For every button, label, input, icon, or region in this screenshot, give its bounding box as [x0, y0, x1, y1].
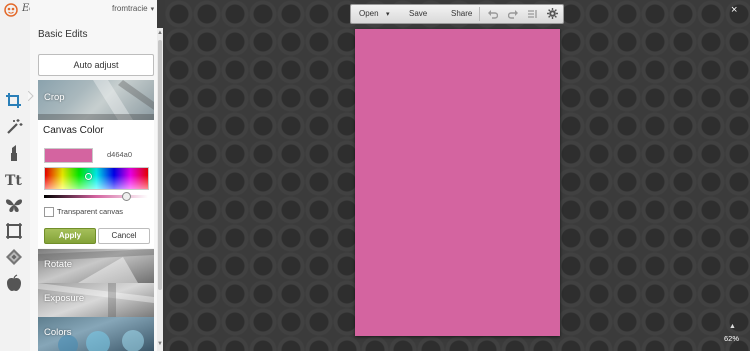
scrollbar-thumb[interactable] [158, 40, 162, 290]
open-button[interactable]: Open [359, 9, 379, 18]
color-gradient-picker[interactable] [44, 167, 149, 190]
history-icon[interactable] [527, 8, 538, 19]
zoom-level[interactable]: 62% [724, 334, 739, 343]
top-toolbar: Open ▾ Save Share [350, 4, 564, 24]
picker-cursor[interactable] [85, 173, 92, 180]
transparent-checkbox[interactable] [44, 207, 54, 217]
rotate-strip[interactable]: Rotate [38, 249, 154, 283]
crop-icon[interactable] [5, 92, 23, 110]
canvas-color-title: Canvas Color [43, 125, 104, 136]
svg-text:Tt: Tt [5, 173, 22, 188]
strip-label-exposure: Exposure [44, 293, 85, 304]
colors-strip[interactable]: Colors [38, 317, 154, 351]
section-title: Basic Edits [38, 29, 88, 40]
transparent-label: Transparent canvas [57, 207, 124, 216]
panel-pointer [28, 91, 34, 101]
hex-value[interactable]: d464a0 [107, 150, 132, 159]
slider-thumb[interactable] [122, 192, 131, 201]
chevron-down-icon: ▾ [150, 6, 155, 13]
tool-sidebar: Tt [0, 0, 31, 351]
toolbar-divider [479, 7, 480, 21]
lipstick-icon[interactable] [5, 144, 23, 162]
strip-label-rotate: Rotate [44, 259, 72, 270]
auto-adjust-button[interactable]: Auto adjust [38, 54, 154, 76]
user-menu[interactable]: fromtracie ▾ [112, 4, 154, 13]
apply-button[interactable]: Apply [44, 228, 96, 244]
undo-icon[interactable] [487, 8, 498, 19]
text-icon[interactable]: Tt [5, 170, 23, 189]
zoom-up-icon[interactable]: ▲ [729, 323, 736, 330]
image-canvas[interactable] [355, 29, 560, 336]
cancel-button[interactable]: Cancel [98, 228, 150, 244]
butterfly-icon[interactable] [5, 196, 23, 214]
user-menu-label: fromtracie [112, 4, 148, 13]
texture-icon[interactable] [5, 248, 23, 266]
logo-icon [4, 3, 18, 17]
strip-label-crop: Crop [44, 92, 65, 103]
gradient-overlay [45, 168, 148, 189]
color-swatch[interactable] [44, 148, 93, 163]
canvas-color-card: Canvas Color d464a0 Transparent canvas A… [38, 120, 154, 248]
strip-label-colors: Colors [44, 327, 72, 338]
chevron-down-icon[interactable]: ▾ [386, 10, 390, 18]
redo-icon[interactable] [508, 8, 519, 19]
share-button[interactable]: Share [451, 9, 472, 18]
scroll-down-icon[interactable]: ▼ [157, 341, 163, 347]
settings-icon[interactable] [547, 8, 558, 19]
exposure-strip[interactable]: Exposure [38, 283, 154, 317]
edit-panel: fromtracie ▾ Basic Edits Auto adjust Crop… [30, 0, 157, 351]
crop-strip[interactable]: Crop [38, 80, 154, 120]
frame-icon[interactable] [5, 222, 23, 240]
lightness-slider[interactable] [44, 195, 148, 198]
close-icon[interactable]: × [731, 4, 737, 16]
scroll-up-icon[interactable]: ▲ [157, 30, 163, 36]
apple-icon[interactable] [5, 274, 23, 292]
save-button[interactable]: Save [409, 9, 427, 18]
magic-wand-icon[interactable] [5, 118, 23, 136]
